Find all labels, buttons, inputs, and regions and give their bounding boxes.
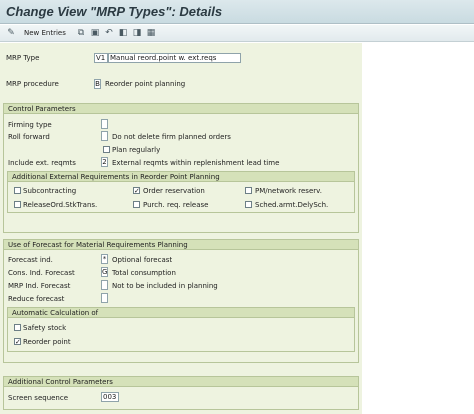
- reorder-point-label: Reorder point: [23, 338, 71, 346]
- delete-icon[interactable]: ▣: [90, 28, 100, 38]
- edit-icon[interactable]: ✎: [6, 28, 16, 38]
- automatic-calculation-group: Automatic Calculation of Safety stock ✓ …: [7, 307, 355, 352]
- previous-icon[interactable]: ◧: [118, 28, 128, 38]
- application-toolbar: ✎ New Entries ⧉ ▣ ↶ ◧ ◨ ▦: [0, 25, 474, 42]
- reorder-point-checkbox[interactable]: ✓: [14, 338, 21, 346]
- cons-ind-forecast-description: Total consumption: [112, 269, 176, 277]
- roll-forward-field[interactable]: [101, 131, 108, 141]
- mrp-type-label: MRP Type: [6, 54, 40, 62]
- additional-external-reqs-title: Additional External Requirements in Reor…: [8, 172, 354, 182]
- roll-forward-label: Roll forward: [8, 133, 50, 141]
- control-parameters-group: Control Parameters Firming type Roll for…: [3, 103, 359, 233]
- forecast-ind-field[interactable]: *: [101, 254, 108, 264]
- mrp-ind-forecast-field[interactable]: [101, 280, 108, 290]
- pm-network-reserv-label: PM/network reserv.: [255, 187, 322, 195]
- mrp-ind-forecast-description: Not to be included in planning: [112, 282, 218, 290]
- details-content: MRP Type V1 Manual reord.point w. ext.re…: [0, 43, 362, 414]
- include-ext-reqmts-field[interactable]: 2: [101, 157, 108, 167]
- forecast-usage-title: Use of Forecast for Material Requirement…: [4, 240, 358, 250]
- firming-type-label: Firming type: [8, 121, 52, 129]
- new-entries-button[interactable]: New Entries: [24, 29, 66, 37]
- safety-stock-label: Safety stock: [23, 324, 67, 332]
- additional-external-reqs-group: Additional External Requirements in Reor…: [7, 171, 355, 213]
- automatic-calculation-title: Automatic Calculation of: [8, 308, 354, 318]
- undo-icon[interactable]: ↶: [104, 28, 114, 38]
- cons-ind-forecast-field[interactable]: G: [101, 267, 108, 277]
- page-title: Change View "MRP Types": Details: [6, 4, 223, 19]
- mrp-procedure-description: Reorder point planning: [105, 80, 186, 88]
- reduce-forecast-field[interactable]: [101, 293, 108, 303]
- pm-network-reserv-checkbox[interactable]: [245, 187, 252, 194]
- next-icon[interactable]: ◨: [132, 28, 142, 38]
- reduce-forecast-label: Reduce forecast: [8, 295, 65, 303]
- purch-req-release-checkbox[interactable]: [133, 201, 140, 208]
- order-reservation-label: Order reservation: [143, 187, 205, 195]
- order-reservation-checkbox[interactable]: ✓: [133, 187, 140, 195]
- release-ord-stk-trans-checkbox[interactable]: [14, 201, 21, 208]
- screen-sequence-label: Screen sequence: [8, 394, 69, 402]
- forecast-ind-description: Optional forecast: [112, 256, 173, 264]
- export-icon[interactable]: ▦: [146, 28, 156, 38]
- sched-armt-delysch-label: Sched.armt.DelySch.: [255, 201, 329, 209]
- roll-forward-description: Do not delete firm planned orders: [112, 133, 231, 141]
- mrp-procedure-label: MRP procedure: [6, 80, 59, 88]
- forecast-ind-label: Forecast ind.: [8, 256, 53, 264]
- title-bar: Change View "MRP Types": Details: [0, 0, 474, 24]
- mrp-procedure-field[interactable]: B: [94, 79, 101, 89]
- include-ext-reqmts-label: Include ext. reqmts: [8, 159, 76, 167]
- screen-sequence-field[interactable]: 003: [101, 392, 119, 402]
- plan-regularly-checkbox[interactable]: [103, 146, 110, 153]
- include-ext-reqmts-description: External reqmts within replenishment lea…: [112, 159, 280, 167]
- mrp-type-description: Manual reord.point w. ext.reqs: [108, 53, 241, 63]
- subcontracting-checkbox[interactable]: [14, 187, 21, 194]
- release-ord-stk-trans-label: ReleaseOrd.StkTrans.: [23, 201, 98, 209]
- cons-ind-forecast-label: Cons. Ind. Forecast: [8, 269, 75, 277]
- copy-icon[interactable]: ⧉: [76, 28, 86, 38]
- subcontracting-label: Subcontracting: [23, 187, 77, 195]
- purch-req-release-label: Purch. req. release: [143, 201, 209, 209]
- safety-stock-checkbox[interactable]: [14, 324, 21, 331]
- mrp-type-field[interactable]: V1: [94, 53, 108, 63]
- control-parameters-title: Control Parameters: [4, 104, 358, 114]
- additional-control-parameters-group: Additional Control Parameters Screen seq…: [3, 376, 359, 410]
- firming-type-field[interactable]: [101, 119, 108, 129]
- additional-control-parameters-title: Additional Control Parameters: [4, 377, 358, 387]
- forecast-usage-group: Use of Forecast for Material Requirement…: [3, 239, 359, 363]
- plan-regularly-label: Plan regularly: [112, 146, 161, 154]
- mrp-ind-forecast-label: MRP Ind. Forecast: [8, 282, 71, 290]
- sched-armt-delysch-checkbox[interactable]: [245, 201, 252, 208]
